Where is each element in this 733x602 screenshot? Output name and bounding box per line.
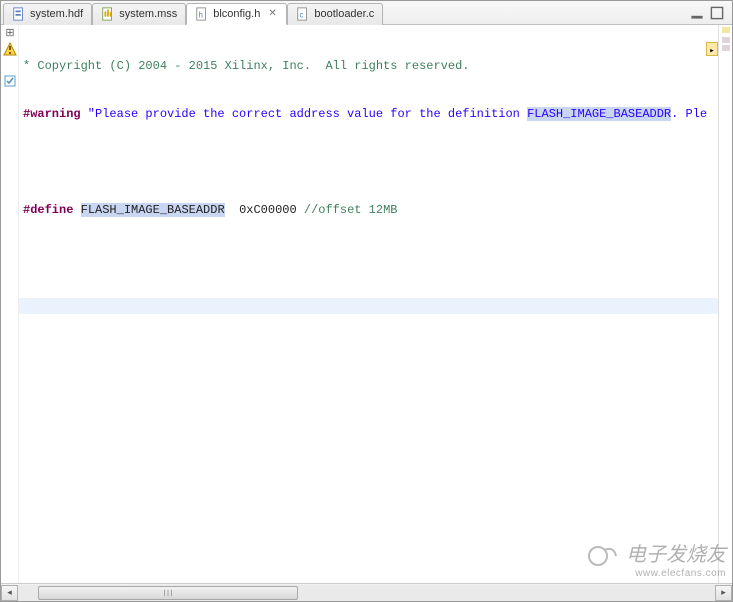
maximize-view-icon[interactable]: [710, 6, 724, 20]
code-line-current: [19, 298, 718, 314]
overview-occurrence-mark[interactable]: [722, 37, 730, 43]
tab-label: blconfig.h: [213, 8, 260, 20]
code-area[interactable]: * Copyright (C) 2004 - 2015 Xilinx, Inc.…: [19, 25, 718, 583]
horizontal-scrollbar: ◂ ▸: [1, 583, 732, 601]
fold-expand-icon[interactable]: ⊞: [3, 26, 17, 40]
mss-file-icon: [101, 7, 115, 21]
hdf-file-icon: [12, 7, 26, 21]
tab-label: system.mss: [119, 8, 177, 20]
tab-bar: system.hdf system.mss h blconfig.h ✕ c b…: [1, 1, 732, 25]
minimize-view-icon[interactable]: [690, 6, 704, 20]
scroll-thumb[interactable]: [38, 586, 298, 600]
overflow-indicator-icon[interactable]: ▸: [706, 42, 718, 56]
tab-bootloader-c[interactable]: c bootloader.c: [287, 3, 383, 25]
tab-label: bootloader.c: [314, 8, 374, 20]
h-file-icon: h: [195, 7, 209, 21]
svg-text:h: h: [199, 10, 203, 19]
scroll-left-button[interactable]: ◂: [1, 585, 18, 601]
tab-blconfig-h[interactable]: h blconfig.h ✕: [186, 3, 287, 25]
c-file-icon: c: [296, 7, 310, 21]
code-line-define: #define FLASH_IMAGE_BASEADDR 0xC00000 //…: [19, 202, 718, 218]
scroll-track[interactable]: [18, 585, 715, 601]
scroll-right-button[interactable]: ▸: [715, 585, 732, 601]
marker-icon[interactable]: [3, 74, 17, 88]
code-line-warning: #warning "Please provide the correct add…: [19, 106, 718, 122]
code-line-comment: * Copyright (C) 2004 - 2015 Xilinx, Inc.…: [19, 58, 718, 74]
gutter[interactable]: ⊞: [1, 25, 19, 583]
close-tab-icon[interactable]: ✕: [268, 9, 278, 19]
svg-text:c: c: [300, 11, 304, 20]
overview-occurrence-mark[interactable]: [722, 45, 730, 51]
overview-warning-mark[interactable]: [722, 27, 730, 33]
code-line-blank: [19, 154, 718, 170]
warning-icon[interactable]: [3, 42, 17, 56]
tab-system-hdf[interactable]: system.hdf: [3, 3, 92, 25]
code-line-blank: [19, 250, 718, 266]
tab-system-mss[interactable]: system.mss: [92, 3, 186, 25]
tab-label: system.hdf: [30, 8, 83, 20]
editor: ⊞ * Copyright (C) 2004 - 2015 Xilinx, In…: [1, 25, 732, 583]
overview-ruler[interactable]: [718, 25, 732, 583]
toolbar-right: [690, 6, 732, 20]
